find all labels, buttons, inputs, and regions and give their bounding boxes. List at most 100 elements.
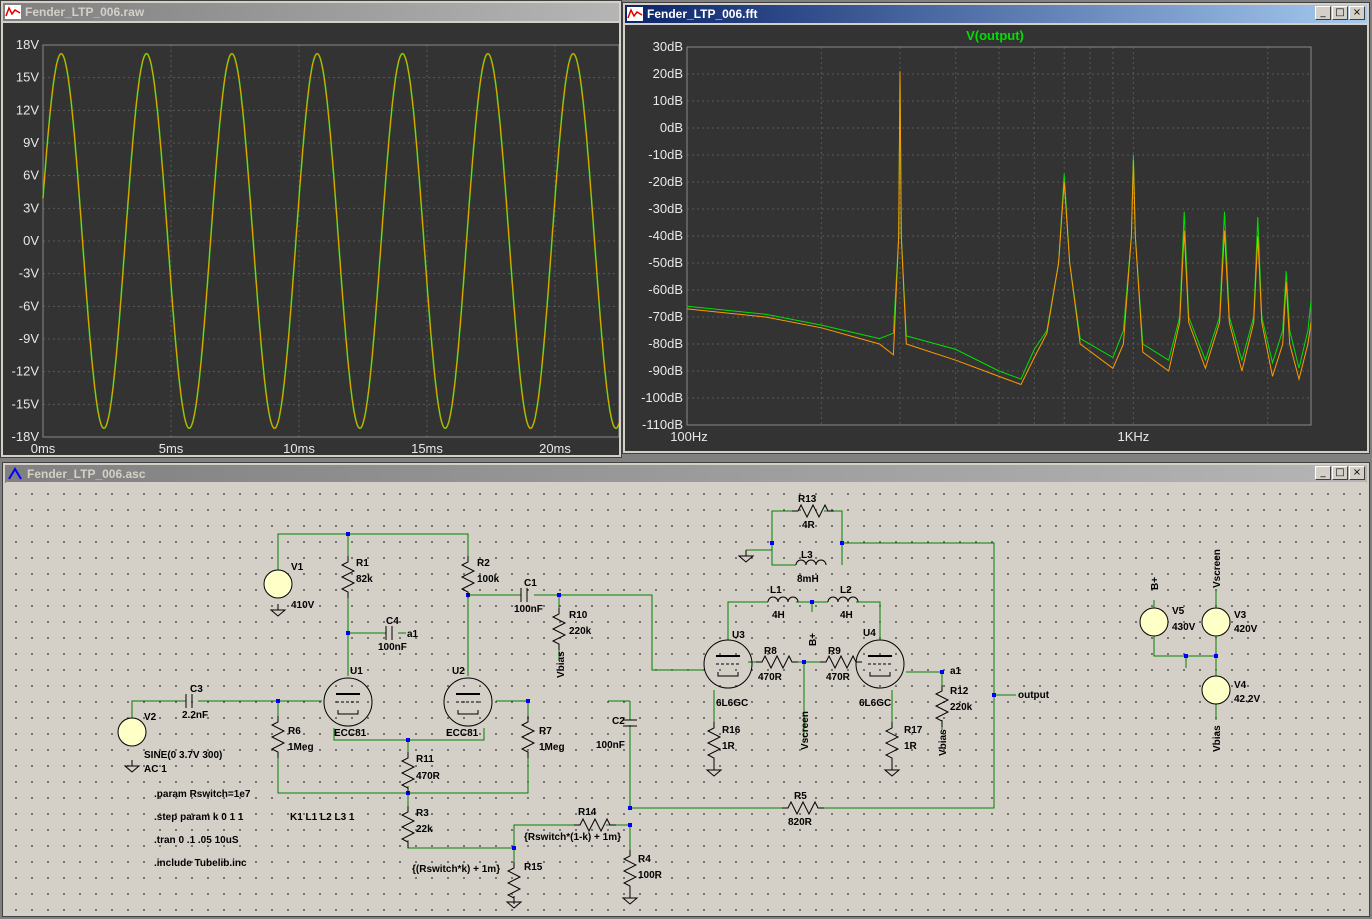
raw-y-tick: 3V (23, 200, 39, 215)
raw-plot-area[interactable]: 18V 15V 12V 9V 6V 3V 0V -3V -6V -9V -12V -15V -18V 0… (3, 23, 620, 456)
fft-y-tick: -60dB (648, 282, 683, 297)
raw-y-tick: 15V (16, 70, 39, 85)
waveform-icon (5, 5, 21, 19)
schematic-canvas[interactable]: V1 410V V2 SINE(0 3.7V 300) AC 1 R1 82k … (6, 482, 1366, 912)
svg-text:6L6GC: 6L6GC (859, 698, 891, 709)
raw-grid (42, 44, 620, 438)
svg-text:V1: V1 (291, 562, 304, 573)
schematic-drawing[interactable]: V1 410V V2 SINE(0 3.7V 300) AC 1 R1 82k … (6, 482, 1366, 912)
svg-text:R6: R6 (288, 726, 301, 737)
raw-titlebar[interactable]: Fender_LTP_006.raw (3, 3, 619, 21)
fft-plot-area[interactable]: V(output) 30dB 20dB 10dB 0dB -10dB -20dB -30dB… (625, 25, 1367, 451)
svg-text:22k: 22k (416, 824, 433, 835)
fft-y-tick: -70dB (648, 309, 683, 324)
svg-text:410V: 410V (291, 600, 315, 611)
raw-x-tick: 20ms (539, 441, 571, 455)
fft-y-tick: -40dB (648, 228, 683, 243)
svg-text:82k: 82k (356, 574, 373, 585)
maximize-button[interactable]: □ (1332, 6, 1348, 20)
svg-text:R9: R9 (828, 646, 841, 657)
raw-y-tick: -12V (12, 364, 40, 379)
close-button[interactable]: × (1349, 6, 1365, 20)
fft-x-tick: 100Hz (670, 429, 708, 444)
svg-text:{(Rswitch*k) + 1m}: {(Rswitch*k) + 1m} (412, 864, 500, 875)
minimize-button[interactable]: _ (1315, 6, 1331, 20)
fft-trace-label[interactable]: V(output) (966, 28, 1024, 43)
svg-text:K1 L1 L2 L3 1: K1 L1 L2 L3 1 (290, 812, 355, 823)
raw-x-ticks: 0ms 5ms 10ms 15ms 20ms (31, 441, 572, 456)
fft-window-title: Fender_LTP_006.fft (647, 7, 758, 21)
svg-text:42.2V: 42.2V (1234, 694, 1260, 705)
svg-text:R5: R5 (794, 791, 807, 802)
raw-y-tick: -15V (12, 396, 40, 411)
fft-x-tick: 1KHz (1117, 429, 1149, 444)
fft-grid (686, 46, 1312, 426)
schematic-icon (8, 467, 22, 480)
close-button[interactable]: × (1349, 466, 1365, 480)
svg-text:100nF: 100nF (514, 604, 543, 615)
svg-text:1R: 1R (904, 741, 918, 752)
fft-titlebar[interactable]: Fender_LTP_006.fft _ □ × (625, 5, 1367, 23)
svg-text:ECC81: ECC81 (446, 728, 479, 739)
schematic-components[interactable] (117, 504, 1231, 909)
svg-text:R13: R13 (798, 494, 817, 505)
fft-chart[interactable]: V(output) 30dB 20dB 10dB 0dB -10dB -20dB -30dB… (625, 25, 1367, 451)
svg-text:U3: U3 (732, 630, 745, 641)
fft-y-tick: -80dB (648, 336, 683, 351)
svg-text:AC 1: AC 1 (144, 764, 167, 775)
svg-text:420V: 420V (1234, 624, 1258, 635)
svg-text:R16: R16 (722, 725, 741, 736)
svg-text:2.2nF: 2.2nF (182, 710, 208, 721)
fft-y-tick: -100dB (641, 390, 683, 405)
raw-y-tick: -9V (19, 331, 40, 346)
fft-y-tick: 30dB (653, 39, 683, 54)
svg-text:ECC81: ECC81 (334, 728, 367, 739)
svg-text:V3: V3 (1234, 610, 1247, 621)
svg-text:V2: V2 (144, 712, 157, 723)
svg-text:1Meg: 1Meg (539, 742, 565, 753)
raw-window[interactable]: Fender_LTP_006.raw 18V 15V 12V 9V 6V 3V 0V -3V -… (0, 0, 622, 458)
raw-x-tick: 0ms (31, 441, 56, 455)
svg-text:Vbias: Vbias (556, 651, 567, 678)
v2-source (117, 717, 147, 747)
svg-text:100nF: 100nF (596, 740, 625, 751)
raw-y-tick: 0V (23, 233, 39, 248)
svg-text:R17: R17 (904, 725, 923, 736)
raw-y-tick: 9V (23, 135, 39, 150)
svg-text:470R: 470R (758, 672, 783, 683)
svg-text:B+: B+ (808, 633, 819, 646)
fft-y-tick: -50dB (648, 255, 683, 270)
svg-text:4H: 4H (772, 610, 785, 621)
svg-text:470R: 470R (826, 672, 851, 683)
v1-source (263, 569, 293, 599)
svg-text:220k: 220k (569, 626, 592, 637)
svg-text:V4: V4 (1234, 680, 1247, 691)
fft-window[interactable]: Fender_LTP_006.fft _ □ × V(output) 30dB 2… (622, 2, 1370, 454)
fft-y-tick: -30dB (648, 201, 683, 216)
raw-y-ticks: 18V15V12V9V6V3V0V-3V-6V-9V-12V-15V-18V (12, 37, 40, 444)
raw-x-tick: 10ms (283, 441, 315, 455)
svg-text:C1: C1 (524, 578, 537, 589)
fft-y-tick: 10dB (653, 93, 683, 108)
svg-text:L2: L2 (840, 585, 852, 596)
svg-text:R12: R12 (950, 686, 969, 697)
svg-text:R3: R3 (416, 808, 429, 819)
svg-text:R10: R10 (569, 610, 588, 621)
svg-text:4H: 4H (840, 610, 853, 621)
maximize-button[interactable]: □ (1332, 466, 1348, 480)
fft-y-tick: -20dB (648, 174, 683, 189)
svg-text:C3: C3 (190, 684, 203, 695)
raw-x-tick: 15ms (411, 441, 443, 455)
fft-y-tick: -10dB (648, 147, 683, 162)
raw-y-tick: -3V (19, 266, 40, 281)
svg-text:C2: C2 (612, 716, 625, 727)
svg-text:{Rswitch*(1-k) + 1m}: {Rswitch*(1-k) + 1m} (524, 832, 621, 843)
raw-chart[interactable]: 18V15V12V9V6V3V0V-3V-6V-9V-12V-15V-18V 0… (3, 23, 620, 456)
svg-text:.step param k 0 1 1: .step param k 0 1 1 (154, 812, 244, 823)
schematic-titlebar[interactable]: Fender_LTP_006.asc _ □ × (5, 465, 1367, 483)
svg-text:Vscreen: Vscreen (1212, 549, 1223, 588)
minimize-button[interactable]: _ (1315, 466, 1331, 480)
svg-text:C4: C4 (386, 616, 399, 627)
svg-text:SINE(0 3.7V 300): SINE(0 3.7V 300) (144, 750, 222, 761)
svg-text:220k: 220k (950, 702, 973, 713)
